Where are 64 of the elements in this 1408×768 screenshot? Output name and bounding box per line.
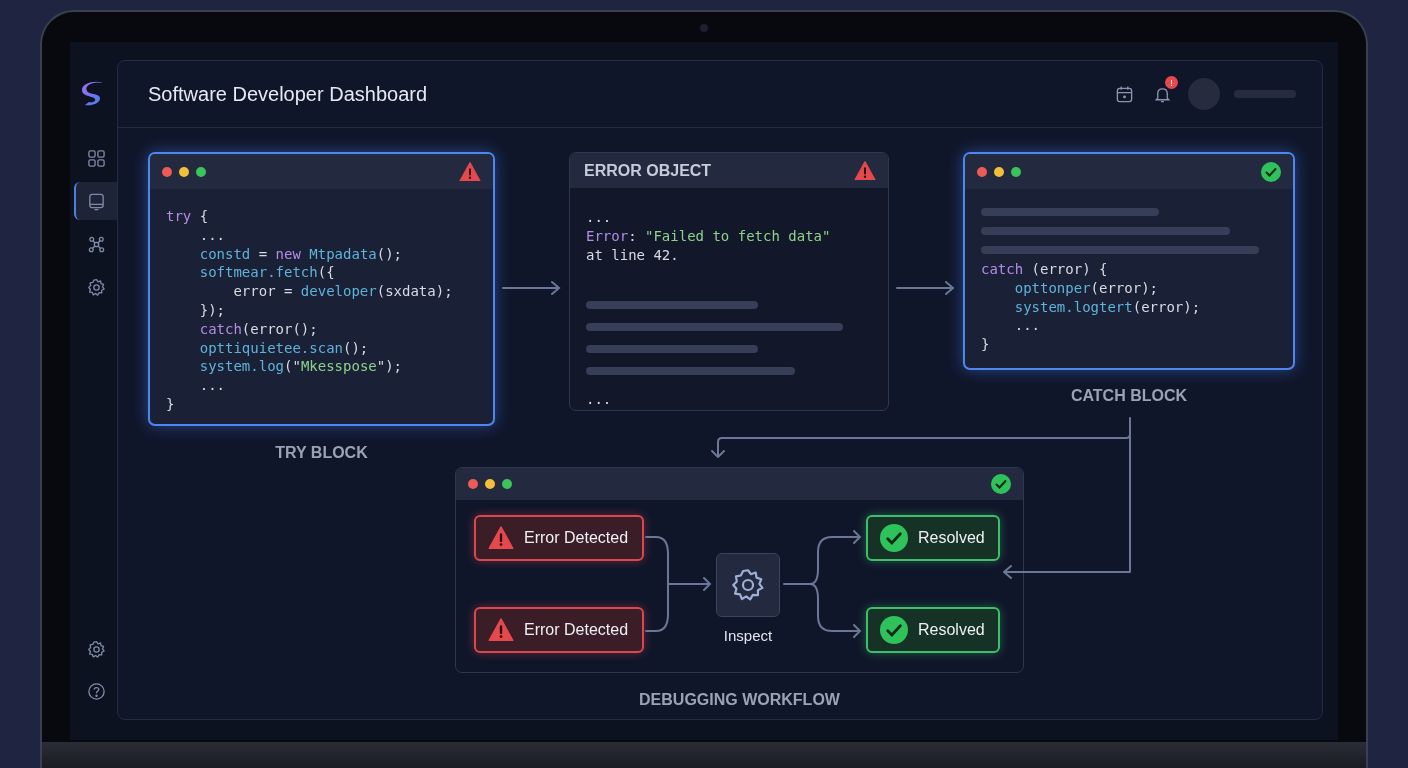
code-line: ... <box>586 208 613 227</box>
code-line: at line 42. <box>586 245 680 265</box>
panel-title: ERROR OBJECT <box>584 161 713 180</box>
code-line: } <box>981 335 991 354</box>
minimize-dot[interactable] <box>179 166 189 177</box>
maximize-dot[interactable] <box>196 166 206 177</box>
flow-arrow <box>502 281 561 295</box>
code-line: Error: "Failed to fetch data" <box>586 226 832 246</box>
card-label: CATCH BLOCK <box>1070 387 1188 405</box>
code-line: system.log("Mkesspose"); <box>198 357 404 377</box>
maximize-dot[interactable] <box>502 479 512 489</box>
node-label: Resolved <box>918 621 985 639</box>
settings-icon <box>87 639 106 659</box>
code-line: try { <box>166 207 210 226</box>
minimize-dot[interactable] <box>485 479 495 489</box>
sidebar-item[interactable] <box>74 182 117 220</box>
minimize-dot[interactable] <box>994 166 1004 177</box>
error-node[interactable]: Error Detected <box>474 607 644 653</box>
warning-icon <box>459 161 481 182</box>
check-icon <box>880 524 908 552</box>
check-icon <box>880 616 908 644</box>
check-icon <box>1261 161 1281 182</box>
inspect-label: Inspect <box>723 626 773 644</box>
card-label: DEBUGGING WORKFLOW <box>639 691 840 709</box>
code-line: constd = new Mtpadata(); <box>198 244 404 264</box>
monitor-icon <box>87 191 106 211</box>
ellipsis: ... <box>586 390 613 410</box>
code-line: ... <box>198 225 226 245</box>
warning-icon <box>488 618 514 642</box>
code-line: error = developer(sxdata); <box>232 282 454 301</box>
resolved-node[interactable]: Resolved <box>866 515 1000 561</box>
node-label: Resolved <box>918 529 985 547</box>
code-line: catch(error(); <box>198 319 319 339</box>
camera-dot <box>700 24 708 32</box>
maximize-dot[interactable] <box>1011 166 1021 177</box>
close-dot[interactable] <box>468 479 478 489</box>
card-label: TRY BLOCK <box>275 444 368 462</box>
notification-badge: ! <box>1165 76 1178 89</box>
help-icon <box>87 681 106 701</box>
warning-icon <box>488 526 514 550</box>
code-line: ... <box>198 376 226 395</box>
code-line: ... <box>1013 316 1041 336</box>
node-label: Error Detected <box>524 529 629 547</box>
resolved-node[interactable]: Resolved <box>866 607 1000 653</box>
node-label: Error Detected <box>524 621 629 639</box>
code-line: } <box>166 394 176 414</box>
code-line: catch (error) { <box>981 260 1109 279</box>
dashboard-title: Software Developer Dashboard <box>148 82 429 106</box>
code-line: opttonper(error); <box>1013 278 1159 298</box>
warning-icon <box>854 160 876 181</box>
error-node[interactable]: Error Detected <box>474 515 644 561</box>
code-line: softmear.fetch({ <box>198 263 336 283</box>
code-line: opttiquietee.scan(); <box>198 338 370 358</box>
flow-arrow <box>896 281 955 295</box>
settings-icon <box>87 277 106 297</box>
inspect-button[interactable] <box>716 552 780 617</box>
close-dot[interactable] <box>162 166 172 177</box>
network-icon <box>87 234 106 254</box>
code-line: system.logtert(error); <box>1013 297 1202 317</box>
code-line: }); <box>198 301 226 320</box>
grid-icon <box>87 148 106 168</box>
close-dot[interactable] <box>977 166 987 177</box>
gear-icon <box>730 566 766 603</box>
check-icon <box>991 474 1011 494</box>
